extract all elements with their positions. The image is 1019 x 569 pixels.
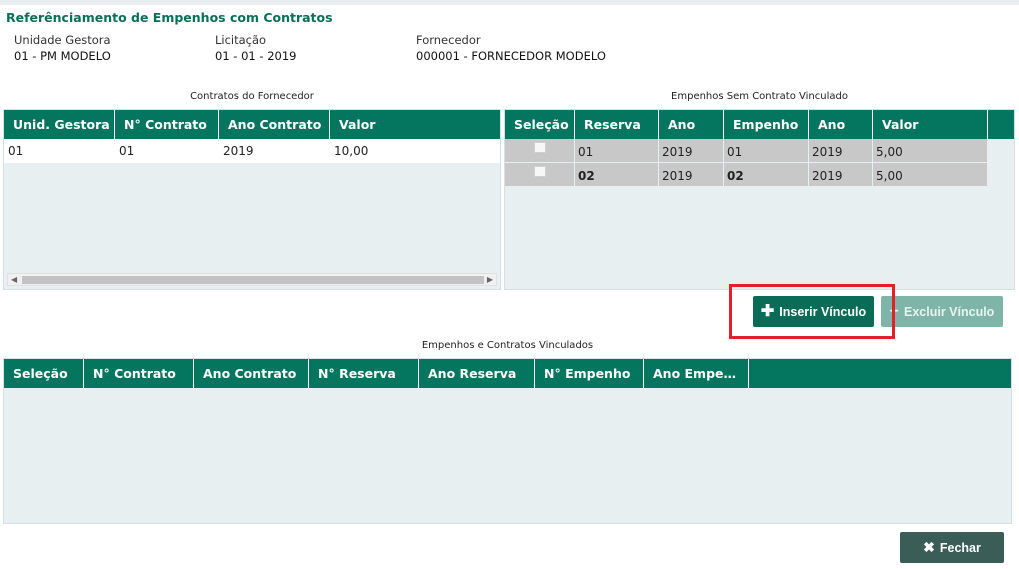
col-ano-contrato[interactable]: Ano Contrato [219,110,330,139]
vinculados-grid: Seleção N° Contrato Ano Contrato N° Rese… [3,358,1012,524]
cell-unid: 01 [8,144,24,158]
info-licitacao: Licitação 01 - 01 - 2019 [215,32,296,64]
inserir-vinculo-button[interactable]: ✚ Inserir Vínculo [753,296,874,327]
close-icon: ✖ [923,539,935,555]
row-checkbox[interactable] [505,139,575,163]
col-selecao[interactable]: Seleção [4,359,84,388]
cell-ano: 2019 [223,144,254,158]
minus-icon: − [889,302,900,320]
licitacao-value: 01 - 01 - 2019 [215,49,297,63]
empenhos-header: Seleção Reserva Ano Empenho Ano Valor [505,110,1014,139]
page-title: Referênciamento de Empenhos com Contrato… [6,10,333,25]
contratos-grid: Unid. Gestora N° Contrato Ano Contrato V… [3,109,501,290]
checkbox-icon[interactable] [533,142,546,153]
cell-ano: 2019 [659,139,724,163]
cell-empenho: 02 [724,163,809,187]
plus-icon: ✚ [760,302,775,320]
unidade-value: 01 - PM MODELO [14,49,111,63]
cell-empenho: 01 [724,139,809,163]
col-ano-contrato[interactable]: Ano Contrato [194,359,309,388]
col-n-reserva[interactable]: N° Reserva [309,359,419,388]
scroll-right-icon[interactable]: ▶ [487,274,493,286]
col-reserva[interactable]: Reserva [575,110,659,139]
table-row[interactable]: 02 2019 02 2019 5,00 [505,163,1014,187]
empenhos-grid: Seleção Reserva Ano Empenho Ano Valor 01… [504,109,1015,290]
col-empenho[interactable]: Empenho [724,110,809,139]
table-row[interactable]: 01 2019 01 2019 5,00 [505,139,1014,163]
cell-ano: 2019 [809,163,873,187]
cell-ano: 2019 [809,139,873,163]
col-n-contrato[interactable]: N° Contrato [115,110,219,139]
inserir-vinculo-label: Inserir Vínculo [779,304,867,319]
col-ano-reserva[interactable]: Ano Reserva [419,359,535,388]
cell-ano: 2019 [659,163,724,187]
col-valor[interactable]: Valor [330,110,500,139]
empenhos-caption: Empenhos Sem Contrato Vinculado [671,91,848,102]
col-ano-empenho[interactable]: Ano Empe… [644,359,749,388]
fornecedor-label: Fornecedor [416,33,481,47]
col-ano-empenho[interactable]: Ano [809,110,873,139]
cell-reserva: 02 [575,163,659,187]
cell-reserva: 01 [575,139,659,163]
fechar-button[interactable]: ✖ Fechar [900,532,1004,563]
vinculados-header: Seleção N° Contrato Ano Contrato N° Rese… [4,359,1011,388]
horizontal-scrollbar[interactable]: ◀ ▶ [7,273,497,286]
excluir-vinculo-button[interactable]: − Excluir Vínculo [881,296,1003,327]
info-fornecedor: Fornecedor 000001 - FORNECEDOR MODELO [416,32,606,64]
fornecedor-value: 000001 - FORNECEDOR MODELO [416,49,606,63]
table-row[interactable]: 01 01 2019 10,00 [4,139,500,163]
cell-contrato: 01 [119,144,135,158]
top-bar [0,0,1019,5]
vinculados-caption: Empenhos e Contratos Vinculados [421,340,594,351]
scroll-left-icon[interactable]: ◀ [11,274,17,286]
excluir-vinculo-label: Excluir Vínculo [904,304,995,319]
col-valor-empenho[interactable]: Valor [873,110,988,139]
row-checkbox[interactable] [505,163,575,187]
contratos-header: Unid. Gestora N° Contrato Ano Contrato V… [4,110,500,139]
col-n-contrato[interactable]: N° Contrato [84,359,194,388]
licitacao-label: Licitação [215,33,267,47]
checkbox-icon[interactable] [533,166,546,177]
col-n-empenho[interactable]: N° Empenho [535,359,644,388]
cell-valor: 5,00 [873,139,988,163]
col-ano-reserva[interactable]: Ano [659,110,724,139]
info-unidade: Unidade Gestora 01 - PM MODELO [14,32,111,64]
col-selecao[interactable]: Seleção [505,110,575,139]
unidade-label: Unidade Gestora [14,33,111,47]
fechar-label: Fechar [939,540,981,555]
cell-valor: 5,00 [873,163,988,187]
scrollbar-thumb[interactable] [22,276,484,284]
col-unid-gestora[interactable]: Unid. Gestora [4,110,115,139]
cell-valor: 10,00 [334,144,369,158]
contratos-caption: Contratos do Fornecedor [190,91,314,102]
